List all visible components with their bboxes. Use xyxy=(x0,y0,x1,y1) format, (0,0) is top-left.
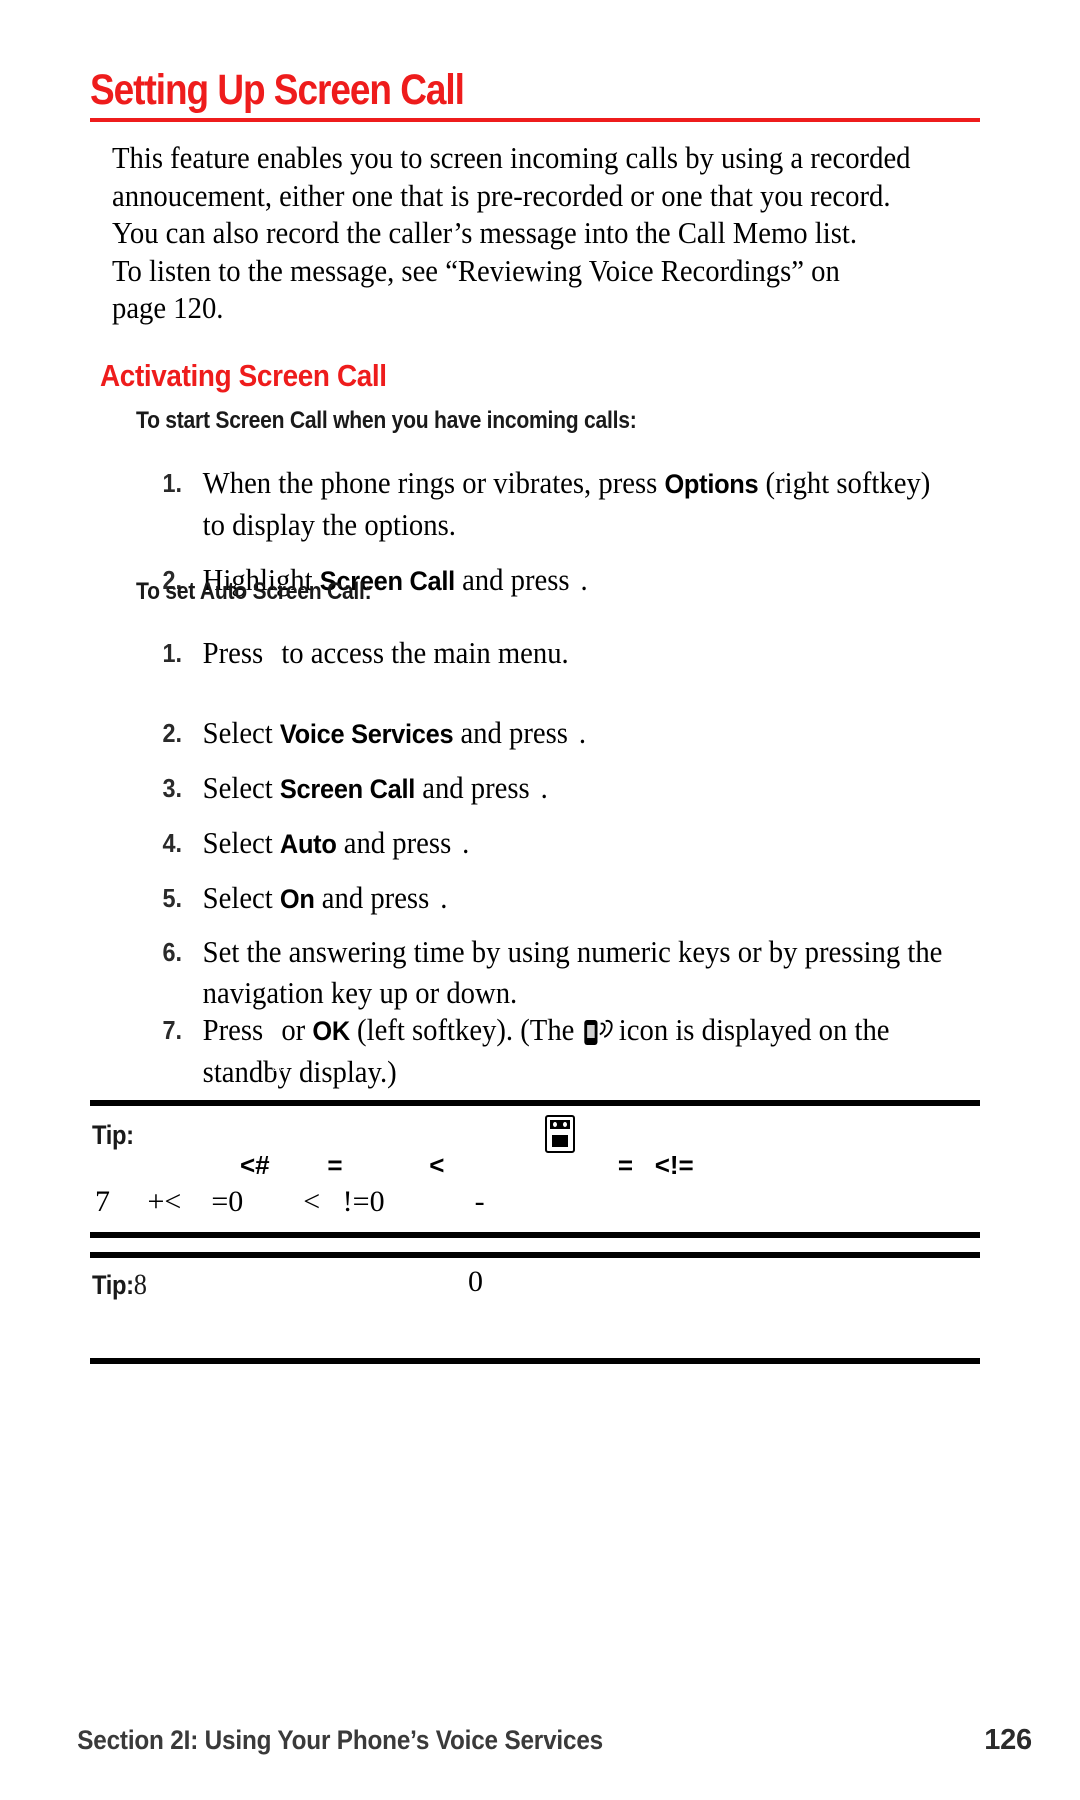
list-item-number: 4. xyxy=(162,828,182,858)
list-item: 2. Select Voice Services and press Menu OK… xyxy=(140,713,1000,776)
list-item-number: 1. xyxy=(162,468,182,498)
tip2-label: Tip:8 xyxy=(92,1268,147,1302)
list-item: 1. Press Menu OK to access the main menu. xyxy=(140,633,1000,696)
list-item-number: 7. xyxy=(162,1015,182,1045)
footer-page-number: 126 xyxy=(984,1724,1032,1756)
emphasis-term: Voice Services xyxy=(279,719,454,749)
list-item: 4. Select Auto and press Menu OK. xyxy=(140,823,1000,886)
list-item: 7. Press Menu OK or OK (left softkey). (Th… xyxy=(140,1010,1000,1093)
list-item: 1. When the phone rings or vibrates, pres… xyxy=(140,463,1000,546)
list-item-text: Set the answering time by using numeric … xyxy=(202,935,943,1010)
list-item-text: Select Auto and press Menu OK. xyxy=(202,826,481,886)
page-footer: Section 2I: Using Your Phone’s Voice Ser… xyxy=(48,1724,1032,1757)
title-underline-rule xyxy=(90,118,980,123)
tip2-bottom-rule xyxy=(90,1358,980,1364)
tip1-label: Tip: xyxy=(92,1120,134,1150)
end-key-icon: END xyxy=(712,1258,760,1296)
list-item-number: 5. xyxy=(162,883,182,913)
list-item-number: 2. xyxy=(162,718,182,748)
emphasis-term: Auto xyxy=(279,829,337,859)
tip2-top-rule xyxy=(90,1252,980,1258)
phone-handset-icon xyxy=(545,1115,575,1153)
list-item-text: Select On and press Menu OK. xyxy=(202,881,459,941)
tip1-garbled-line-2: 7 +< =0 < !=0 - xyxy=(95,1185,485,1218)
intro-line: To listen to the message, see “Reviewing… xyxy=(112,253,840,288)
emphasis-term: On xyxy=(279,884,315,914)
list-item-text: Press Menu OK or OK (left softkey). (The … xyxy=(202,1013,890,1089)
tip2-mid-value: 0 xyxy=(468,1265,483,1298)
intro-line: page 120. xyxy=(112,291,224,325)
tip1-bottom-rule xyxy=(90,1232,980,1238)
intro-line: annoucement, either one that is pre-reco… xyxy=(112,178,891,213)
tip1-garbled-line-1: <# = < = <!= xyxy=(240,1150,694,1180)
tip2-value: 8 xyxy=(133,1268,147,1301)
section-subheading: Activating Screen Call xyxy=(100,358,387,393)
list-item: 6. Set the answering time by using numeri… xyxy=(140,932,1000,1014)
footer-section-label: Section 2I: Using Your Phone’s Voice Ser… xyxy=(77,1725,603,1755)
list-item-number: 3. xyxy=(162,773,182,803)
page-title-block: Setting Up Screen Call xyxy=(90,66,980,123)
tip1-top-rule xyxy=(90,1100,980,1106)
emphasis-term: OK xyxy=(312,1016,350,1046)
subsection-heading-auto: To set Auto Screen Call: xyxy=(136,578,372,605)
emphasis-term: Screen Call xyxy=(279,774,416,804)
emphasis-term: Options xyxy=(664,469,759,499)
tip2-label-text: Tip: xyxy=(92,1270,134,1300)
list-item-text: When the phone rings or vibrates, press … xyxy=(202,466,931,542)
list-item-number: 1. xyxy=(162,638,182,668)
intro-line: You can also record the caller’s message… xyxy=(112,216,858,250)
intro-paragraph: This feature enables you to screen incom… xyxy=(112,140,939,328)
talk-key-icon: TALK xyxy=(472,1335,498,1347)
page-title: Setting Up Screen Call xyxy=(90,66,465,114)
subsection-heading-start: To start Screen Call when you have incom… xyxy=(136,407,637,434)
list-item: 5. Select On and press Menu OK. xyxy=(140,878,1000,941)
list-item-text: Press Menu OK to access the main menu. xyxy=(202,636,569,696)
screen-call-standby-icon xyxy=(584,1016,616,1047)
list-item-number: 6. xyxy=(162,937,182,967)
intro-line: This feature enables you to screen incom… xyxy=(112,141,911,175)
manual-page: Setting Up Screen Call This feature enab… xyxy=(0,0,1080,1800)
list-item-text: Select Voice Services and press Menu OK. xyxy=(202,716,597,776)
list-item-text: Select Screen Call and press Menu OK. xyxy=(202,771,559,831)
list-item: 3. Select Screen Call and press Menu OK. xyxy=(140,768,1000,831)
